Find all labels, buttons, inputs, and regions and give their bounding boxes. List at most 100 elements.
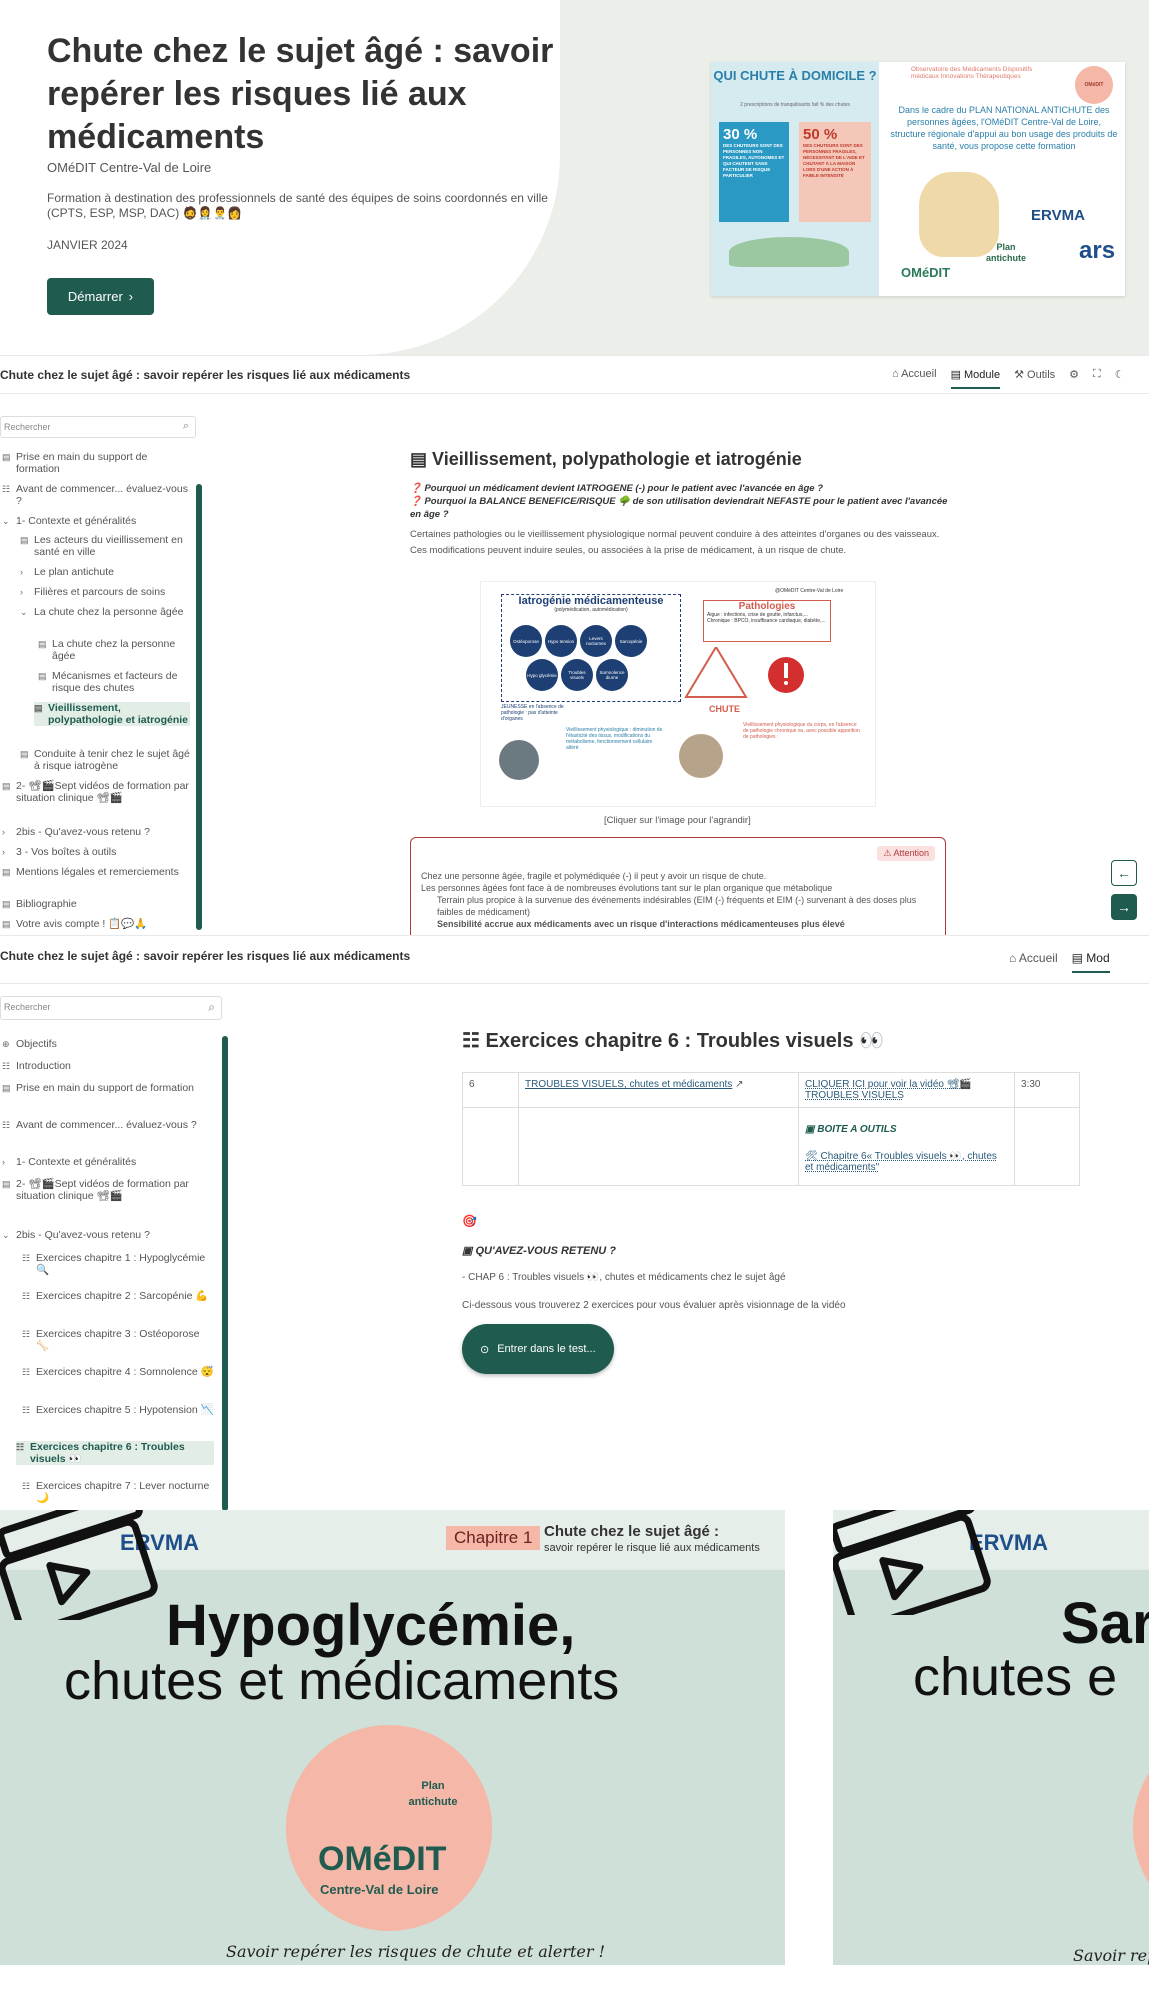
sidebar-item[interactable]: ☷ Exercices chapitre 5 : Hypotension 📉 — [22, 1404, 214, 1416]
omedit-wordmark: OMéDIT — [318, 1840, 447, 1878]
sidebar-item[interactable]: ▤ Prise en main du support de formation — [2, 1082, 214, 1094]
toolbox-label: BOITE A OUTILS — [817, 1124, 897, 1135]
sidebar-item[interactable]: ☷ Avant de commencer... évaluez-vous ? — [2, 483, 190, 507]
sidebar-item[interactable]: ☷ Exercices chapitre 2 : Sarcopénie 💪 — [22, 1290, 214, 1302]
video-slide-2[interactable]: ERVMA Sar chutes e Savoir rep — [833, 1510, 1149, 1965]
page-title-text: Vieillissement, polypathologie et iatrog… — [432, 449, 802, 469]
sidebar-item[interactable]: ▤ Prise en main du support de formation — [2, 451, 190, 475]
page-icon: ☷ — [22, 1253, 31, 1263]
sidebar-item-label: 2- 📽🎬Sept vidéos de formation par situat… — [16, 1178, 189, 1202]
poster-stat-1: 30 % DES CHUTEURS SONT DES PERSONNES NON … — [719, 122, 789, 222]
toolbox-link[interactable]: 🛠 Chapitre 6« Troubles visuels 👀, chutes… — [805, 1151, 1008, 1173]
stat2-value: 50 % — [803, 126, 838, 143]
sidebar-item[interactable]: ☷ Avant de commencer... évaluez-vous ? — [2, 1119, 214, 1131]
iatrogenie-diagram[interactable]: Iatrogénie médicamenteuse (polymédicatio… — [480, 581, 876, 807]
sidebar-item[interactable]: › 2bis - Qu'avez-vous retenu ? — [2, 826, 190, 838]
poster-question: QUI CHUTE À DOMICILE ? — [713, 68, 877, 83]
sidebar-item[interactable]: › 3 - Vos boîtes à outils — [2, 846, 190, 858]
video-link[interactable]: CLIQUER ICI pour voir la vidéo 📽🎬 TROUBL… — [805, 1079, 972, 1101]
table-cell-video: CLIQUER ICI pour voir la vidéo 📽🎬 TROUBL… — [798, 1072, 1015, 1108]
nav-module[interactable]: ▤ Mod — [1071, 951, 1110, 973]
course-org: OMéDIT Centre-Val de Loire — [47, 160, 212, 175]
sidebar-item[interactable]: ▤ Bibliographie — [2, 898, 190, 910]
sidebar-item[interactable]: ☷ Exercices chapitre 1 : Hypoglycémie 🔍 — [22, 1252, 214, 1276]
risk-circle: Sarcopénie — [615, 625, 647, 657]
page-title-text: Exercices chapitre 6 : Troubles visuels … — [485, 1030, 884, 1052]
sidebar-item[interactable]: ⊕ Objectifs — [2, 1038, 214, 1050]
table-cell-empty — [518, 1107, 799, 1186]
sidebar-item-label: La chute chez la personne âgée — [52, 638, 176, 662]
table-cell-link: TROUBLES VISUELS, chutes et médicaments … — [518, 1072, 799, 1108]
image-caption: [Cliquer sur l'image pour l'agrandir] — [604, 815, 751, 826]
dark-mode-icon[interactable]: ☾ — [1115, 368, 1125, 389]
sidebar-item[interactable]: ▤ Les acteurs du vieillissement en santé … — [20, 534, 190, 558]
sidebar-item[interactable]: › 1- Contexte et généralités — [2, 1156, 214, 1168]
settings-icon[interactable]: ⚙ — [1069, 368, 1079, 389]
enter-test-button[interactable]: ⊙ Entrer dans le test... — [462, 1324, 614, 1374]
question-2: ❓ Pourquoi la BALANCE BENEFICE/RISQUE 🌳 … — [410, 496, 948, 520]
ervma-logo: ERVMA — [1031, 207, 1085, 224]
top-nav: ⌂ Accueil ▤ Mod — [1009, 951, 1110, 973]
sidebar-item[interactable]: ▤ Mécanismes et facteurs de risque des ch… — [38, 670, 190, 694]
fullscreen-icon[interactable]: ⛶ — [1093, 368, 1101, 389]
sidebar-item[interactable]: ▤ Conduite à tenir chez le sujet âgé à ri… — [20, 748, 190, 772]
next-page-button[interactable]: → — [1111, 894, 1137, 920]
sidebar-item[interactable]: ⌄ 2bis - Qu'avez-vous retenu ? — [2, 1229, 214, 1241]
nav-outils[interactable]: ⚒ Outils — [1014, 368, 1055, 389]
app-title: Chute chez le sujet âgé : savoir repérer… — [0, 949, 411, 963]
prev-page-button[interactable]: ← — [1111, 860, 1137, 886]
module-view-1: Chute chez le sujet âgé : savoir repérer… — [0, 355, 1149, 935]
sidebar-item[interactable]: ▤ Mentions légales et remerciements — [2, 866, 190, 878]
sidebar-item[interactable]: ☷ Exercices chapitre 4 : Somnolence 😴 — [22, 1366, 214, 1378]
sidebar-item[interactable]: ▤ Votre avis compte ! 📋💬🙏 — [2, 918, 190, 930]
course-description: Formation à destination des professionne… — [47, 191, 548, 220]
sidebar-item-label: Exercices chapitre 3 : Ostéoporose 🦴 — [36, 1328, 200, 1352]
page-icon: ▤ — [38, 671, 47, 681]
sidebar-item-label: Vieillissement, polypathologie et iatrog… — [48, 702, 189, 726]
quiz-icon: ▣ — [462, 1245, 476, 1257]
poster-left: QUI CHUTE À DOMICILE ? 2 prescriptions d… — [711, 62, 879, 296]
sidebar-item[interactable]: ▤ Vieillissement, polypathologie et iatro… — [34, 702, 190, 726]
sidebar-item[interactable]: › Filières et parcours de soins — [20, 586, 190, 598]
attn-line-4: Sensibilité accrue aux médicaments avec … — [437, 919, 845, 929]
sidebar-item-label: Exercices chapitre 7 : Lever nocturne 🌙 — [36, 1480, 210, 1504]
start-label: Démarrer — [67, 289, 123, 304]
page-icon: ▤ — [2, 867, 11, 877]
course-hero: Chute chez le sujet âgé : savoir repérer… — [0, 0, 1149, 355]
iatrogenie-box: Iatrogénie médicamenteuse (polymédicatio… — [501, 594, 681, 702]
page-icon: ▤ — [2, 1083, 11, 1093]
page-icon: ☷ — [2, 1120, 11, 1130]
sidebar-item[interactable]: ☷ Exercices chapitre 6 : Troubles visuels… — [16, 1441, 214, 1465]
sidebar-scrollbar[interactable] — [222, 1036, 228, 1510]
page-icon: ▤ — [2, 919, 11, 929]
page-icon: ▤ — [2, 899, 11, 909]
sidebar-item[interactable]: ▤ La chute chez la personne âgée — [38, 638, 190, 662]
sidebar-item[interactable]: ▤ 2- 📽🎬Sept vidéos de formation par situa… — [2, 780, 190, 804]
sidebar-item[interactable]: ☷ Introduction — [2, 1060, 214, 1072]
sidebar-item-label: Exercices chapitre 2 : Sarcopénie 💪 — [36, 1290, 209, 1302]
sidebar-item[interactable]: › Le plan antichute — [20, 566, 190, 578]
paragraph-1: Certaines pathologies ou le vieillisseme… — [410, 529, 940, 540]
chevron-right-icon: › — [128, 289, 134, 304]
checklist-icon: ☷ — [462, 1030, 486, 1052]
plan-antichute-label: Plan antichute — [985, 242, 1026, 263]
page-title: ☷ Exercices chapitre 6 : Troubles visuel… — [462, 1028, 884, 1053]
stat2-text: DES CHUTEURS SONT DES PERSONNES FRAGILES… — [803, 143, 865, 178]
sidebar-item[interactable]: ⌄ 1- Contexte et généralités — [2, 515, 190, 527]
nav-accueil[interactable]: ⌂ Accueil — [892, 368, 937, 389]
sidebar-item[interactable]: ⌄ La chute chez la personne âgée — [20, 606, 190, 618]
search-input[interactable]: Rechercher ⌕ — [0, 416, 196, 438]
sidebar-item[interactable]: ☷ Exercices chapitre 7 : Lever nocturne 🌙 — [22, 1480, 214, 1504]
course-date: JANVIER 2024 — [47, 238, 128, 252]
search-input[interactable]: Rechercher ⌕ — [0, 996, 222, 1020]
video-slide-1[interactable]: Chapitre 1 Chute chez le sujet âgé : sav… — [0, 1510, 785, 1965]
video-page-link[interactable]: TROUBLES VISUELS, chutes et médicaments — [525, 1079, 732, 1090]
observatoire-text: Observatoire des Médicaments Dispositifs… — [911, 66, 1033, 80]
nav-accueil[interactable]: ⌂ Accueil — [1009, 951, 1058, 973]
sidebar-scrollbar[interactable] — [196, 484, 202, 930]
start-button[interactable]: Démarrer › — [47, 278, 154, 315]
sidebar-item[interactable]: ▤ 2- 📽🎬Sept vidéos de formation par situa… — [2, 1178, 214, 1202]
sidebar-item[interactable]: ☷ Exercices chapitre 3 : Ostéoporose 🦴 — [22, 1328, 214, 1352]
page-icon: ▤ — [2, 781, 11, 791]
nav-module[interactable]: ▤ Module — [950, 368, 1001, 389]
